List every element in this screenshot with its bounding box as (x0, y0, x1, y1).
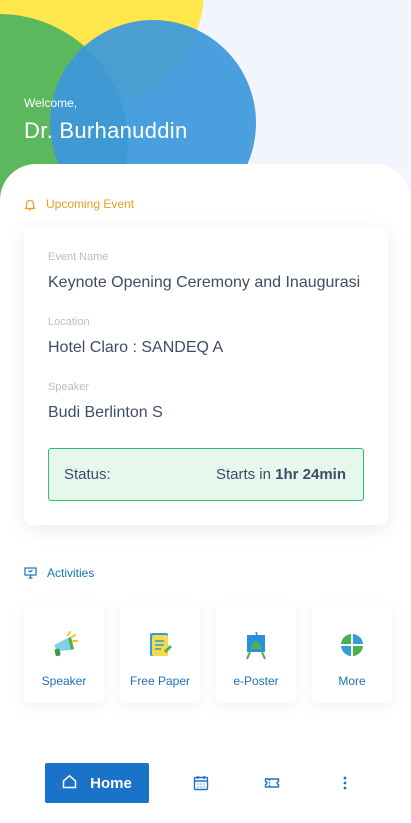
app-screen: Welcome, Dr. Burhanuddin Upcoming Event … (0, 0, 411, 823)
activity-speaker-label: Speaker (41, 674, 87, 688)
activity-free-paper[interactable]: Free Paper (120, 607, 200, 703)
activity-free-paper-label: Free Paper (129, 674, 191, 688)
home-label: Home (90, 774, 132, 792)
status-label: Status: (64, 466, 111, 483)
activity-more-label: More (338, 674, 366, 688)
activity-e-poster[interactable]: e-Poster (216, 607, 296, 703)
presentation-icon (24, 567, 37, 579)
calendar-icon[interactable] (193, 775, 209, 791)
status-time: 1hr 24min (275, 466, 346, 483)
location-label: Location (48, 316, 90, 328)
activities-grid: Speaker Free Paper e-Poster More (24, 607, 392, 703)
more-vertical-icon[interactable] (337, 775, 353, 791)
status-countdown: Starts in 1hr 24min (216, 466, 346, 483)
event-name: Keynote Opening Ceremony and Inaugurasi (48, 274, 361, 291)
event-name-label: Event Name (48, 251, 109, 263)
welcome-text: Welcome, (24, 96, 78, 110)
speaker-label: Speaker (48, 381, 89, 393)
upcoming-event-title: Upcoming Event (46, 197, 135, 211)
grid-icon (336, 629, 368, 661)
paper-icon (144, 629, 176, 661)
ticket-icon[interactable] (264, 775, 280, 791)
event-card[interactable]: Event Name Keynote Opening Ceremony and … (24, 227, 388, 525)
poster-board-icon (240, 629, 272, 661)
activities-header: Activities (24, 566, 94, 580)
home-button[interactable]: Home (45, 763, 149, 803)
status-box: Status: Starts in 1hr 24min (48, 448, 364, 501)
activity-e-poster-label: e-Poster (233, 674, 279, 688)
activity-more[interactable]: More (312, 607, 392, 703)
upcoming-event-header: Upcoming Event (24, 197, 134, 211)
bottom-nav: Home (0, 742, 411, 823)
bell-icon (24, 198, 36, 211)
home-icon (62, 774, 77, 793)
speaker-value: Budi Berlinton S (48, 404, 163, 421)
activities-title: Activities (47, 566, 95, 580)
megaphone-icon (48, 629, 80, 661)
user-name: Dr. Burhanuddin (24, 118, 188, 143)
activity-speaker[interactable]: Speaker (24, 607, 104, 703)
location-value: Hotel Claro : SANDEQ A (48, 339, 224, 356)
status-prefix: Starts in (215, 466, 276, 483)
